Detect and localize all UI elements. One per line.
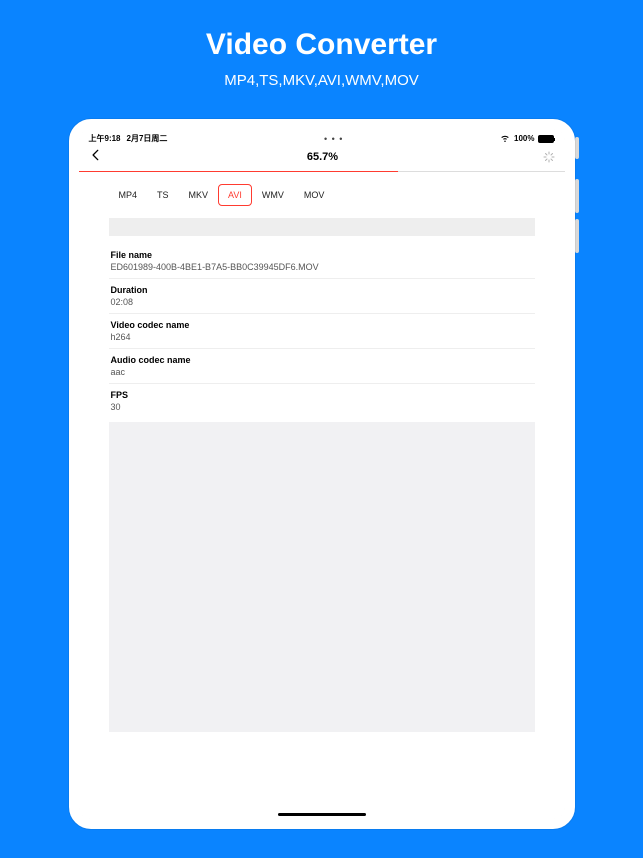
status-time: 上午9:18 xyxy=(89,133,121,144)
info-row: Duration 02:08 xyxy=(109,279,535,314)
info-row: FPS 30 xyxy=(109,384,535,418)
multitask-dots-icon: • • • xyxy=(324,134,343,144)
device-volume-down xyxy=(575,219,579,253)
page-subtitle: MP4,TS,MKV,AVI,WMV,MOV xyxy=(0,72,643,89)
format-tab-mp4[interactable]: MP4 xyxy=(109,184,148,206)
info-row: Audio codec name aac xyxy=(109,349,535,384)
info-row: File name ED601989-400B-4BE1-B7A5-BB0C399… xyxy=(109,244,535,279)
battery-percent: 100% xyxy=(514,134,534,143)
info-label: Audio codec name xyxy=(111,355,533,365)
info-value: h264 xyxy=(111,332,533,342)
device-power-button xyxy=(575,137,579,159)
info-label: File name xyxy=(111,250,533,260)
wifi-icon xyxy=(500,134,510,144)
device-volume-up xyxy=(575,179,579,213)
info-value: aac xyxy=(111,367,533,377)
battery-icon xyxy=(538,135,554,143)
tablet-frame: 上午9:18 2月7日周二 • • • 100% 65.7% xyxy=(69,119,575,829)
loading-spinner-icon xyxy=(543,151,555,163)
info-label: Video codec name xyxy=(111,320,533,330)
progress-bar xyxy=(79,171,565,172)
file-info-list: File name ED601989-400B-4BE1-B7A5-BB0C399… xyxy=(109,244,535,418)
status-date: 2月7日周二 xyxy=(127,133,168,144)
format-tab-ts[interactable]: TS xyxy=(147,184,179,206)
format-tab-mkv[interactable]: MKV xyxy=(179,184,219,206)
info-value: ED601989-400B-4BE1-B7A5-BB0C39945DF6.MOV xyxy=(111,262,533,272)
format-tabs: MP4TSMKVAVIWMVMOV xyxy=(79,172,565,218)
info-label: Duration xyxy=(111,285,533,295)
format-tab-wmv[interactable]: WMV xyxy=(252,184,294,206)
nav-title: 65.7% xyxy=(103,151,543,163)
format-tab-mov[interactable]: MOV xyxy=(294,184,335,206)
info-label: FPS xyxy=(111,390,533,400)
thumbnail-placeholder xyxy=(109,218,535,236)
info-value: 02:08 xyxy=(111,297,533,307)
home-indicator[interactable] xyxy=(278,813,366,816)
content-placeholder xyxy=(109,422,535,732)
page-title: Video Converter xyxy=(0,28,643,62)
status-bar: 上午9:18 2月7日周二 • • • 100% xyxy=(79,129,565,146)
info-value: 30 xyxy=(111,402,533,412)
back-button[interactable] xyxy=(89,148,103,165)
info-row: Video codec name h264 xyxy=(109,314,535,349)
progress-fill xyxy=(79,171,398,172)
format-tab-avi[interactable]: AVI xyxy=(218,184,252,206)
